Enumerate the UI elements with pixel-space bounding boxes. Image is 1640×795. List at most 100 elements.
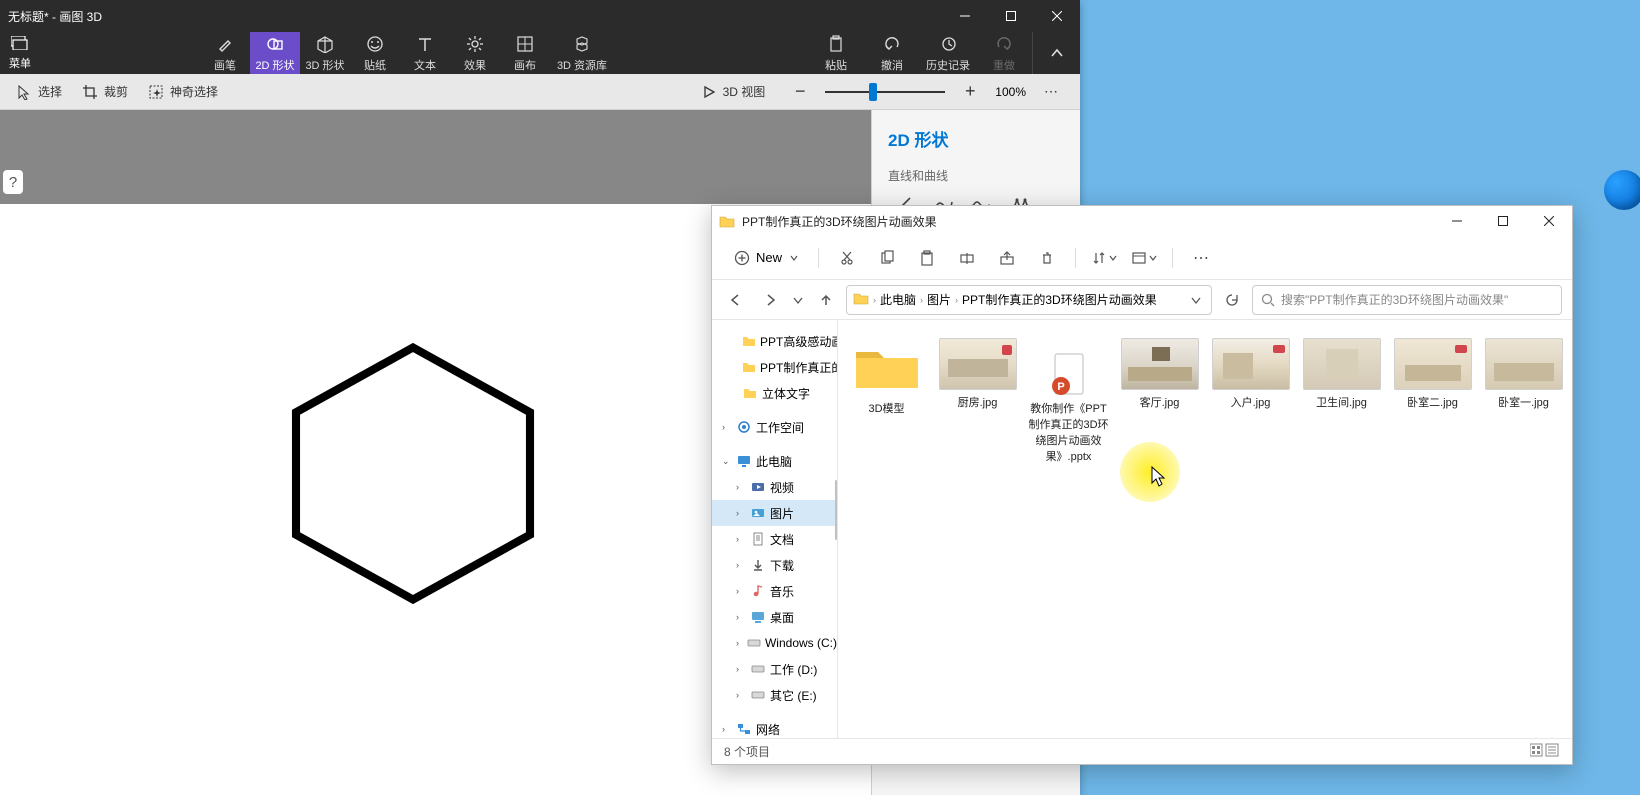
file-item-pptx[interactable]: P 教你制作《PPT制作真正的3D环绕图片动画效果》.pptx	[1028, 338, 1109, 464]
menu-button[interactable]: 菜单	[0, 32, 40, 74]
file-label: 卫生间.jpg	[1316, 394, 1367, 410]
chevron-up-icon	[1050, 46, 1064, 60]
sort-button[interactable]	[1088, 242, 1120, 274]
delete-button[interactable]	[1031, 242, 1063, 274]
more-options-button[interactable]: ⋯	[1038, 79, 1064, 105]
status-item-count: 8 个项目	[724, 743, 770, 760]
magic-select-tool[interactable]: 神奇选择	[138, 77, 228, 107]
nav-drive-e[interactable]: ›其它 (E:)	[712, 682, 837, 708]
explorer-command-bar: New ⋯	[712, 236, 1572, 280]
file-item-image[interactable]: 入户.jpg	[1210, 338, 1291, 410]
menu-label: 菜单	[9, 55, 31, 71]
file-item-image[interactable]: 卧室二.jpg	[1392, 338, 1473, 410]
bc-pc[interactable]: 此电脑	[880, 291, 916, 308]
zoom-out-button[interactable]: −	[787, 79, 813, 105]
history-button[interactable]: 历史记录	[920, 32, 976, 74]
nav-downloads[interactable]: ›下载	[712, 552, 837, 578]
more-button[interactable]: ⋯	[1185, 242, 1217, 274]
select-tool[interactable]: 选择	[6, 77, 72, 107]
file-item-image[interactable]: 卫生间.jpg	[1301, 338, 1382, 410]
nav-up-button[interactable]	[812, 286, 840, 314]
hexagon-shape[interactable]	[260, 334, 580, 614]
image-thumb	[1121, 338, 1199, 390]
explorer-nav-bar: › 此电脑 › 图片 › PPT制作真正的3D环绕图片动画效果 搜索"PPT制作…	[712, 280, 1572, 320]
nav-forward-button[interactable]	[756, 286, 784, 314]
file-item-folder[interactable]: 3D模型	[846, 338, 927, 416]
explorer-close-button[interactable]	[1526, 206, 1572, 236]
nav-pictures[interactable]: ›图片	[712, 500, 837, 526]
crop-tool[interactable]: 裁剪	[72, 77, 138, 107]
undo-button[interactable]: 撤消	[864, 32, 920, 74]
play-icon	[701, 84, 717, 100]
nav-quick-folder[interactable]: 立体文字	[712, 380, 837, 406]
pptx-thumb: P	[1030, 338, 1108, 396]
tab-canvas[interactable]: 画布	[500, 32, 550, 74]
tab-3d-shapes[interactable]: 3D 形状	[300, 32, 350, 74]
nav-music[interactable]: ›音乐	[712, 578, 837, 604]
nav-desktop[interactable]: ›桌面	[712, 604, 837, 630]
paint3d-minimize-button[interactable]	[942, 0, 988, 32]
tab-effects[interactable]: 效果	[450, 32, 500, 74]
history-icon	[938, 34, 958, 54]
bc-dropdown[interactable]	[1187, 295, 1205, 305]
image-thumb	[1394, 338, 1472, 390]
file-item-image[interactable]: 客厅.jpg	[1119, 338, 1200, 410]
bc-pictures[interactable]: 图片	[927, 291, 951, 308]
paint3d-maximize-button[interactable]	[988, 0, 1034, 32]
tab-brushes[interactable]: 画笔	[200, 32, 250, 74]
nav-documents[interactable]: ›文档	[712, 526, 837, 552]
paint3d-close-button[interactable]	[1034, 0, 1080, 32]
tab-2d-shapes[interactable]: 2D 形状	[250, 32, 300, 74]
rename-button[interactable]	[951, 242, 983, 274]
redo-button[interactable]: 重做	[976, 32, 1032, 74]
nav-quick-folder[interactable]: PPT制作真正的	[712, 354, 837, 380]
help-hint[interactable]: ?	[3, 170, 23, 194]
explorer-maximize-button[interactable]	[1480, 206, 1526, 236]
file-label: 卧室一.jpg	[1498, 394, 1549, 410]
breadcrumb[interactable]: › 此电脑 › 图片 › PPT制作真正的3D环绕图片动画效果	[846, 285, 1212, 315]
collapse-panel-button[interactable]	[1032, 32, 1080, 74]
file-label: 厨房.jpg	[958, 394, 998, 410]
nav-videos[interactable]: ›视频	[712, 474, 837, 500]
refresh-button[interactable]	[1218, 286, 1246, 314]
menu-icon	[11, 36, 29, 53]
file-label: 客厅.jpg	[1140, 394, 1180, 410]
tab-stickers[interactable]: 贴纸	[350, 32, 400, 74]
nav-workspace[interactable]: ›工作空间	[712, 414, 837, 440]
view-button[interactable]	[1128, 242, 1160, 274]
search-input[interactable]: 搜索"PPT制作真正的3D环绕图片动画效果"	[1252, 285, 1562, 315]
file-item-image[interactable]: 厨房.jpg	[937, 338, 1018, 410]
nav-network[interactable]: ›网络	[712, 716, 837, 738]
paint3d-secondary-toolbar: 选择 裁剪 神奇选择 3D 视图 − + 100% ⋯	[0, 74, 1080, 110]
zoom-in-button[interactable]: +	[957, 79, 983, 105]
nav-thispc[interactable]: ⌄此电脑	[712, 448, 837, 474]
view-toggle[interactable]	[1530, 743, 1560, 760]
tab-3d-library[interactable]: 3D 资源库	[550, 32, 614, 74]
zoom-slider-thumb[interactable]	[869, 83, 877, 101]
nav-quick-folder[interactable]: PPT高级感动画	[712, 328, 837, 354]
tab-text[interactable]: 文本	[400, 32, 450, 74]
paste-button[interactable]	[911, 242, 943, 274]
nav-drive-c[interactable]: ›Windows (C:)	[712, 630, 837, 656]
view-3d-button[interactable]: 3D 视图	[691, 77, 776, 107]
cut-button[interactable]	[831, 242, 863, 274]
new-button[interactable]: New	[726, 246, 806, 270]
explorer-status-bar: 8 个项目	[712, 738, 1572, 764]
nav-recent-button[interactable]	[790, 286, 806, 314]
nav-back-button[interactable]	[722, 286, 750, 314]
copy-button[interactable]	[871, 242, 903, 274]
paste-button[interactable]: 粘贴	[808, 32, 864, 74]
bc-folder[interactable]: PPT制作真正的3D环绕图片动画效果	[962, 291, 1157, 308]
text-icon	[415, 34, 435, 54]
nav-drive-d[interactable]: ›工作 (D:)	[712, 656, 837, 682]
zoom-slider[interactable]	[825, 91, 945, 93]
file-grid[interactable]: 3D模型 厨房.jpg P 教你制作《PPT制作真正的3D环绕图片动画效果》.p…	[838, 320, 1572, 738]
share-button[interactable]	[991, 242, 1023, 274]
explorer-title: PPT制作真正的3D环绕图片动画效果	[742, 213, 1434, 230]
nav-scrollbar[interactable]	[835, 480, 837, 540]
explorer-nav-pane: PPT高级感动画 PPT制作真正的 立体文字 ›工作空间 ⌄此电脑 ›视频 ›图…	[712, 320, 838, 738]
explorer-minimize-button[interactable]	[1434, 206, 1480, 236]
search-placeholder: 搜索"PPT制作真正的3D环绕图片动画效果"	[1281, 291, 1508, 308]
file-item-image[interactable]: 卧室一.jpg	[1483, 338, 1564, 410]
explorer-titlebar: PPT制作真正的3D环绕图片动画效果	[712, 206, 1572, 236]
